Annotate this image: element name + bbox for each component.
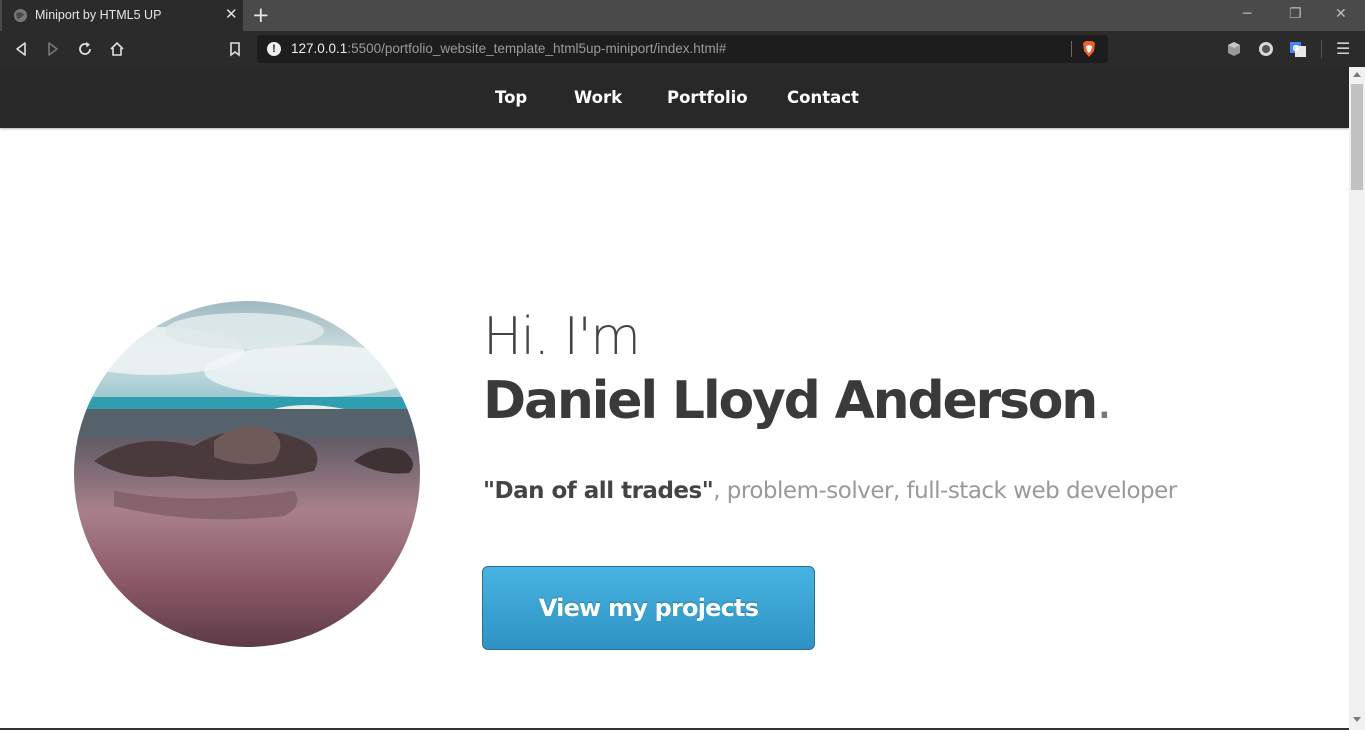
hero-name-period: . bbox=[1096, 371, 1113, 431]
back-icon[interactable] bbox=[12, 40, 30, 58]
forward-icon[interactable] bbox=[44, 40, 62, 58]
url-text[interactable]: 127.0.0.1:5500/portfolio_website_templat… bbox=[291, 41, 726, 56]
restore-button[interactable]: ❐ bbox=[1289, 4, 1302, 24]
hero-name-text: Daniel Lloyd Anderson bbox=[483, 371, 1098, 431]
svg-text:G: G bbox=[1293, 44, 1300, 53]
browser-toolbar: ! 127.0.0.1:5500/portfolio_website_templ… bbox=[0, 31, 1365, 67]
view-projects-button[interactable]: View my projects bbox=[482, 566, 815, 650]
extension-cube-icon[interactable] bbox=[1225, 40, 1243, 58]
extension-cookie-icon[interactable] bbox=[1257, 40, 1275, 58]
url-host: 127.0.0.1 bbox=[291, 41, 348, 56]
tab-bar: Miniport by HTML5 UP ✕ + ─ ❐ ✕ bbox=[0, 0, 1365, 31]
tagline-rest: , problem-solver, full-stack web develop… bbox=[713, 478, 1177, 504]
page-scrollbar[interactable] bbox=[1349, 67, 1365, 730]
bookmark-icon[interactable] bbox=[226, 40, 244, 58]
nav-link-portfolio[interactable]: Portfolio bbox=[667, 88, 748, 107]
hero-name: Daniel Lloyd Anderson. bbox=[483, 367, 1113, 435]
profile-photo bbox=[74, 301, 420, 647]
toolbar-divider bbox=[1321, 40, 1322, 58]
url-path: :5500/portfolio_website_template_html5up… bbox=[347, 41, 727, 56]
brave-shield-icon[interactable] bbox=[1081, 40, 1097, 58]
menu-icon[interactable]: ☰ bbox=[1336, 39, 1350, 59]
translate-icon[interactable]: G bbox=[1289, 40, 1307, 58]
address-bar[interactable]: ! 127.0.0.1:5500/portfolio_website_templ… bbox=[257, 35, 1108, 63]
scroll-down-arrow-icon[interactable] bbox=[1353, 717, 1361, 722]
address-divider bbox=[1071, 41, 1072, 57]
nav-link-work[interactable]: Work bbox=[574, 88, 622, 107]
home-icon[interactable] bbox=[108, 40, 126, 58]
hero-greeting: Hi. I'm bbox=[483, 307, 641, 367]
tagline-quote: "Dan of all trades" bbox=[483, 478, 714, 504]
tab-title: Miniport by HTML5 UP bbox=[35, 8, 162, 22]
scrollbar-thumb[interactable] bbox=[1351, 84, 1363, 190]
close-window-button[interactable]: ✕ bbox=[1335, 4, 1347, 24]
browser-tab[interactable]: Miniport by HTML5 UP ✕ bbox=[2, 0, 243, 31]
hero-tagline: "Dan of all trades", problem-solver, ful… bbox=[483, 474, 1177, 508]
globe-icon bbox=[13, 8, 28, 23]
tab-close-icon[interactable]: ✕ bbox=[225, 6, 238, 24]
scroll-up-arrow-icon[interactable] bbox=[1353, 72, 1361, 77]
site-nav: Top Work Portfolio Contact bbox=[0, 67, 1349, 128]
page-viewport: Top Work Portfolio Contact Hi. I'm Danie… bbox=[0, 67, 1349, 730]
nav-link-contact[interactable]: Contact bbox=[787, 88, 859, 107]
site-info-icon[interactable]: ! bbox=[267, 42, 281, 56]
minimize-button[interactable]: ─ bbox=[1243, 4, 1251, 24]
new-tab-button[interactable]: + bbox=[252, 3, 270, 27]
nav-link-top[interactable]: Top bbox=[495, 88, 527, 107]
reload-icon[interactable] bbox=[76, 40, 94, 58]
